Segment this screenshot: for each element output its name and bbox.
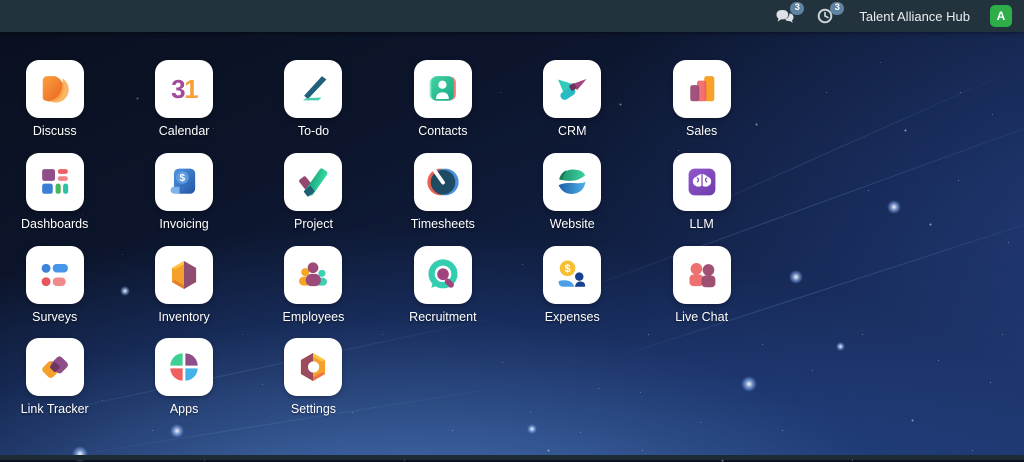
app-employees[interactable]: Employees [249,246,378,339]
contacts-icon [414,60,472,118]
project-icon [284,153,342,211]
app-dashboards[interactable]: Dashboards [0,153,119,246]
calendar-digit: 3 [171,74,184,104]
app-label: Employees [283,310,345,324]
app-invoicing[interactable]: $ Invoicing [119,153,248,246]
app-label: To-do [298,124,329,138]
app-settings[interactable]: Settings [249,338,378,431]
app-label: Project [294,217,333,231]
employees-icon [284,246,342,304]
calendar-digit: 1 [184,74,197,104]
todo-icon [284,60,342,118]
app-apps[interactable]: Apps [119,338,248,431]
app-calendar[interactable]: 31 Calendar [119,60,248,153]
app-label: Inventory [158,310,209,324]
app-label: Contacts [418,124,467,138]
settings-icon [284,338,342,396]
messages-button[interactable]: 3 [775,7,795,25]
topbar-right-group: 3 3 Talent Alliance Hub A [775,5,1024,27]
invoicing-icon: $ [155,153,213,211]
dollar-glyph: $ [565,263,571,275]
app-todo[interactable]: To-do [249,60,378,153]
bright-star [887,200,901,214]
timesheets-icon [414,153,472,211]
top-navbar: 3 3 Talent Alliance Hub A [0,0,1024,32]
app-grid: Discuss 31 Calendar To-do [0,60,782,431]
app-label: Link Tracker [21,402,89,416]
surveys-icon [26,246,84,304]
sales-icon [673,60,731,118]
app-livechat[interactable]: Live Chat [637,246,766,339]
website-icon [543,153,601,211]
app-inventory[interactable]: Inventory [119,246,248,339]
app-label: Discuss [33,124,77,138]
starfield [0,32,1,33]
app-project[interactable]: Project [249,153,378,246]
app-label: Invoicing [159,217,208,231]
app-label: Surveys [32,310,77,324]
discuss-icon [26,60,84,118]
app-label: Recruitment [409,310,476,324]
app-discuss[interactable]: Discuss [0,60,119,153]
app-crm[interactable]: CRM [508,60,637,153]
linktracker-icon [26,338,84,396]
calendar-icon: 31 [155,60,213,118]
inventory-icon [155,246,213,304]
app-label: Settings [291,402,336,416]
recruitment-icon [414,246,472,304]
app-label: Apps [170,402,199,416]
app-recruitment[interactable]: Recruitment [378,246,507,339]
user-avatar[interactable]: A [990,5,1012,27]
app-linktracker[interactable]: Link Tracker [0,338,119,431]
crm-icon [543,60,601,118]
app-label: LLM [689,217,713,231]
livechat-icon [673,246,731,304]
app-label: Sales [686,124,717,138]
app-label: Timesheets [411,217,475,231]
app-label: CRM [558,124,586,138]
dashboards-icon [26,153,84,211]
app-label: Dashboards [21,217,88,231]
bottom-edge [0,455,1024,460]
app-sales[interactable]: Sales [637,60,766,153]
app-surveys[interactable]: Surveys [0,246,119,339]
dollar-glyph: $ [180,173,186,184]
bright-star [836,342,845,351]
expenses-icon: $ [543,246,601,304]
company-menu[interactable]: Talent Alliance Hub [859,9,970,24]
app-timesheets[interactable]: Timesheets [378,153,507,246]
apps-icon [155,338,213,396]
messages-badge: 3 [790,2,804,15]
app-website[interactable]: Website [508,153,637,246]
app-label: Website [550,217,595,231]
app-llm[interactable]: LLM [637,153,766,246]
app-contacts[interactable]: Contacts [378,60,507,153]
activities-button[interactable]: 3 [815,7,835,25]
llm-icon [673,153,731,211]
app-label: Calendar [159,124,210,138]
app-expenses[interactable]: $ Expenses [508,246,637,339]
app-label: Expenses [545,310,600,324]
app-label: Live Chat [675,310,728,324]
bright-star [789,270,803,284]
activities-badge: 3 [830,2,844,15]
